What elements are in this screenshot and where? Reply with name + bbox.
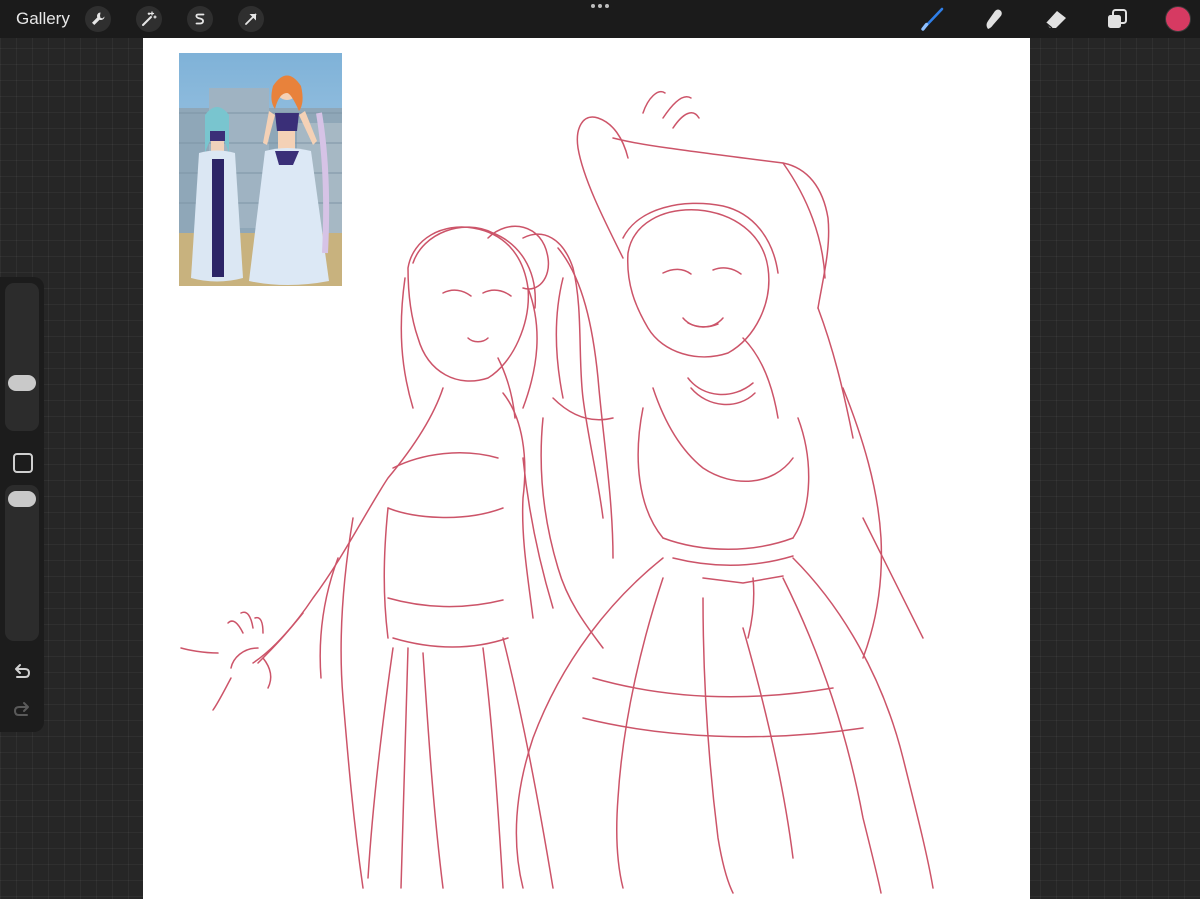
dot-icon: [605, 4, 609, 8]
transform-button[interactable]: [238, 6, 264, 32]
redo-button[interactable]: [10, 698, 34, 722]
selection-s-icon: [195, 13, 205, 25]
more-options-button[interactable]: [588, 4, 612, 14]
brush-size-slider[interactable]: [5, 283, 39, 431]
eraser-button[interactable]: [1042, 5, 1070, 33]
smudge-button[interactable]: [980, 5, 1008, 33]
selection-button[interactable]: [187, 6, 213, 32]
layers-button[interactable]: [1103, 5, 1131, 33]
wrench-icon: [92, 12, 105, 25]
left-sidebar: [0, 277, 44, 732]
top-toolbar: Gallery: [0, 0, 1200, 38]
arrow-cursor-icon: [245, 13, 257, 25]
opacity-thumb[interactable]: [8, 491, 36, 507]
color-picker-button[interactable]: [1166, 7, 1190, 31]
layers-icon: [1108, 9, 1127, 28]
dot-icon: [591, 4, 595, 8]
paint-button[interactable]: [919, 5, 947, 33]
dot-icon: [598, 4, 602, 8]
reference-image[interactable]: [179, 53, 342, 286]
adjustments-button[interactable]: [136, 6, 162, 32]
brush-icon: [921, 7, 944, 31]
gallery-button[interactable]: Gallery: [16, 9, 70, 29]
undo-button[interactable]: [10, 660, 34, 684]
modify-button[interactable]: [13, 453, 33, 473]
undo-arrow-icon: [15, 664, 31, 678]
actions-button[interactable]: [85, 6, 111, 32]
eraser-icon: [1045, 11, 1066, 29]
brush-size-thumb[interactable]: [8, 375, 36, 392]
magic-wand-icon: [142, 11, 157, 26]
redo-arrow-icon: [13, 702, 29, 716]
opacity-slider[interactable]: [5, 485, 39, 641]
drawing-canvas[interactable]: [143, 38, 1030, 899]
smudge-icon: [986, 9, 1002, 29]
